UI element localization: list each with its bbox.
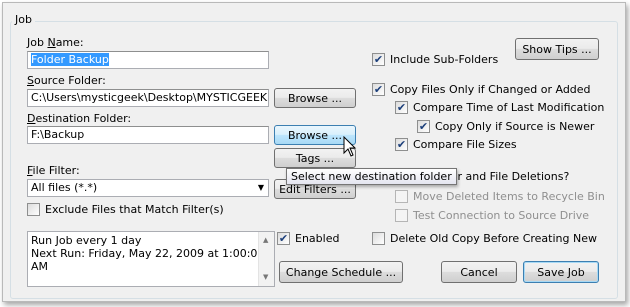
copy-newer-checkbox[interactable]: ✔ Copy Only if Source is Newer <box>417 119 594 133</box>
destination-folder-label: Destination Folder: <box>27 112 132 125</box>
checkbox-box <box>27 202 40 216</box>
compare-time-checkbox[interactable]: ✔ Compare Time of Last Modification <box>395 100 604 114</box>
exclude-files-label: Exclude Files that Match Filter(s) <box>45 202 224 216</box>
schedule-summary[interactable]: Run Job every 1 day Next Run: Friday, Ma… <box>27 231 275 287</box>
copy-newer-label: Copy Only if Source is Newer <box>435 119 595 133</box>
check-icon: ✔ <box>395 100 408 114</box>
group-title: Job <box>12 13 35 26</box>
job-name-input[interactable]: Folder Backup <box>27 51 269 69</box>
job-name-value: Folder Backup <box>31 53 109 66</box>
mouse-cursor-icon <box>343 136 357 157</box>
check-icon: ✔ <box>372 52 385 66</box>
show-tips-button[interactable]: Show Tips ... <box>515 38 599 60</box>
delete-old-label: Delete Old Copy Before Creating New <box>390 231 597 245</box>
check-icon: ✔ <box>417 119 430 133</box>
file-filter-value: All files (*.*) <box>31 181 98 194</box>
schedule-line-3: AM <box>31 260 49 273</box>
checkbox-box <box>395 189 408 203</box>
check-icon: ✔ <box>372 82 385 96</box>
source-browse-button[interactable]: Browse ... <box>274 88 356 108</box>
enabled-label: Enabled <box>295 231 340 245</box>
compare-sizes-checkbox[interactable]: ✔ Compare File Sizes <box>395 137 517 151</box>
source-folder-input[interactable]: C:\Users\mysticgeek\Desktop\MYSTICGEEK M <box>27 89 269 107</box>
move-recycle-checkbox[interactable]: Move Deleted Items to Recycle Bin <box>395 189 605 203</box>
destination-folder-input[interactable]: F:\Backup <box>27 126 269 144</box>
check-icon: ✔ <box>395 137 408 151</box>
chevron-down-icon: ▼ <box>257 183 264 192</box>
browse-tooltip: Select new destination folder <box>286 168 457 185</box>
compare-sizes-label: Compare File Sizes <box>413 137 517 151</box>
copy-changed-checkbox[interactable]: ✔ Copy Files Only if Changed or Added <box>372 82 591 96</box>
test-connection-checkbox[interactable]: Test Connection to Source Drive <box>395 208 589 222</box>
change-schedule-button[interactable]: Change Schedule ... <box>279 261 403 283</box>
include-sub-folders-checkbox[interactable]: ✔ Include Sub-Folders <box>372 52 498 66</box>
include-sub-folders-label: Include Sub-Folders <box>390 52 499 66</box>
compare-time-label: Compare Time of Last Modification <box>413 100 605 114</box>
schedule-line-1: Run Job every 1 day <box>31 234 142 247</box>
job-dialog: Job Job Name: Folder Backup Source Folde… <box>2 2 626 302</box>
scroll-up-icon[interactable]: ▲ <box>263 234 268 247</box>
scroll-down-icon[interactable]: ▼ <box>263 271 268 284</box>
job-name-label: Job Name: <box>27 36 84 49</box>
checkbox-box <box>395 208 408 222</box>
test-connection-label: Test Connection to Source Drive <box>413 208 590 222</box>
scrollbar[interactable]: ▲ ▼ <box>258 232 274 286</box>
delete-old-checkbox[interactable]: Delete Old Copy Before Creating New <box>372 231 597 245</box>
file-filter-label: File Filter: <box>27 164 80 177</box>
save-job-button[interactable]: Save Job <box>523 261 599 283</box>
check-icon: ✔ <box>277 231 290 245</box>
move-recycle-label: Move Deleted Items to Recycle Bin <box>413 189 605 203</box>
source-folder-label: Source Folder: <box>27 74 106 87</box>
exclude-files-checkbox[interactable]: Exclude Files that Match Filter(s) <box>27 202 224 216</box>
schedule-line-2: Next Run: Friday, May 22, 2009 at 1:00:0… <box>31 247 265 260</box>
cancel-button[interactable]: Cancel <box>441 261 517 283</box>
file-filter-select[interactable]: All files (*.*) ▼ <box>27 179 269 197</box>
checkbox-box <box>372 231 385 245</box>
copy-changed-label: Copy Files Only if Changed or Added <box>390 82 591 96</box>
enabled-checkbox[interactable]: ✔ Enabled <box>277 231 339 245</box>
